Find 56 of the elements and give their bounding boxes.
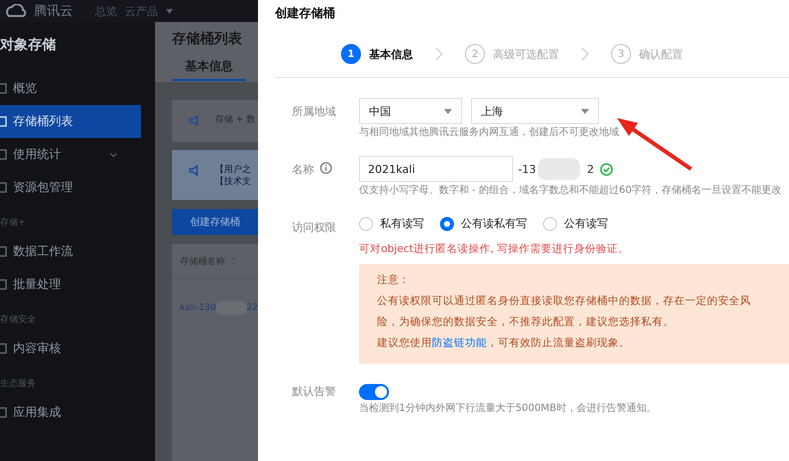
notice-text: 【用户之	[215, 164, 251, 176]
sidebar-item[interactable]: 数据工作流	[0, 235, 141, 268]
dropdown[interactable]: 中国	[359, 98, 462, 124]
dropdown[interactable]: 上海	[471, 98, 599, 124]
sidebar-item[interactable]: 内容审核	[0, 332, 141, 365]
radio-option[interactable]: 私有读写	[359, 216, 424, 231]
hotlink-protection-link[interactable]: 防盗链功能	[432, 337, 487, 349]
radio-option[interactable]: 公有读私有写	[440, 216, 527, 231]
sidebar-title: 对象存储	[0, 36, 57, 55]
option-label: 私有读写	[380, 216, 424, 231]
sidebar-item[interactable]: 存储桶列表	[0, 105, 141, 138]
drawer-title: 创建存储桶	[275, 5, 336, 22]
radio-button[interactable]	[543, 216, 557, 230]
step: 3 确认配置	[611, 44, 683, 64]
suffix-text: 2	[586, 162, 594, 176]
field-label: 默认告警	[292, 384, 336, 399]
caution-text: 公有读权限可以通过匿名身份直接读取您存储桶中的数据，存在一定的安全风险，为确保您的数据安全，不推荐此配置，建议您选择私有。	[377, 294, 752, 330]
group-label: 生态服务	[0, 378, 37, 391]
caret-icon	[166, 8, 173, 14]
field-label: 所属地域	[292, 104, 336, 119]
radio-button[interactable]	[440, 216, 454, 230]
group-label: 存储+	[0, 216, 27, 230]
sidebar-item[interactable]: 应用集成	[0, 396, 141, 429]
warning-text: 可对object进行匿名读操作, 写操作需要进行身份验证。	[359, 242, 630, 256]
suffix-text: -13	[518, 162, 536, 176]
step: 2 高级可选配置	[465, 44, 559, 64]
chevron-right-icon	[581, 47, 589, 61]
sidebar-item[interactable]: 资源包管理	[0, 171, 141, 204]
caret-down-icon	[581, 108, 589, 114]
create-bucket-button[interactable]: 创建存储桶	[172, 209, 258, 235]
page-title: 存储桶列表	[172, 30, 243, 49]
logo-text: 腾讯云	[34, 3, 73, 20]
info-icon	[320, 162, 332, 174]
notice-text: 存储 + 数	[215, 114, 256, 126]
group-label: 存储安全	[0, 314, 37, 327]
caret-down-icon	[444, 108, 452, 114]
alarm-toggle[interactable]	[359, 384, 389, 400]
radio-button[interactable]	[359, 216, 373, 230]
field-label: 访问权限	[292, 220, 336, 235]
notice-text: 【技术支	[215, 176, 251, 188]
name-input[interactable]: 2021kali	[359, 156, 513, 182]
step: 1 基本信息	[341, 44, 413, 64]
radio-option[interactable]: 公有读写	[543, 216, 608, 231]
chevron-down-icon	[110, 152, 117, 156]
caution-title: 注意：	[377, 273, 411, 288]
sidebar-item[interactable]: 概览	[0, 72, 141, 105]
option-label: 公有读私有写	[461, 216, 527, 231]
sidebar-item[interactable]: 使用统计	[0, 138, 141, 171]
option-label: 公有读写	[564, 216, 608, 231]
sidebar-item[interactable]: 批量处理	[0, 268, 141, 301]
speaker-icon	[189, 115, 201, 126]
speaker-icon	[189, 165, 201, 176]
caution-text: 建议您使用防盗链功能，可有效防止流量盗刷现象。	[377, 336, 631, 351]
cloud-logo-icon	[4, 4, 26, 18]
field-label: 名称	[292, 162, 314, 177]
chevron-right-icon	[435, 47, 443, 61]
